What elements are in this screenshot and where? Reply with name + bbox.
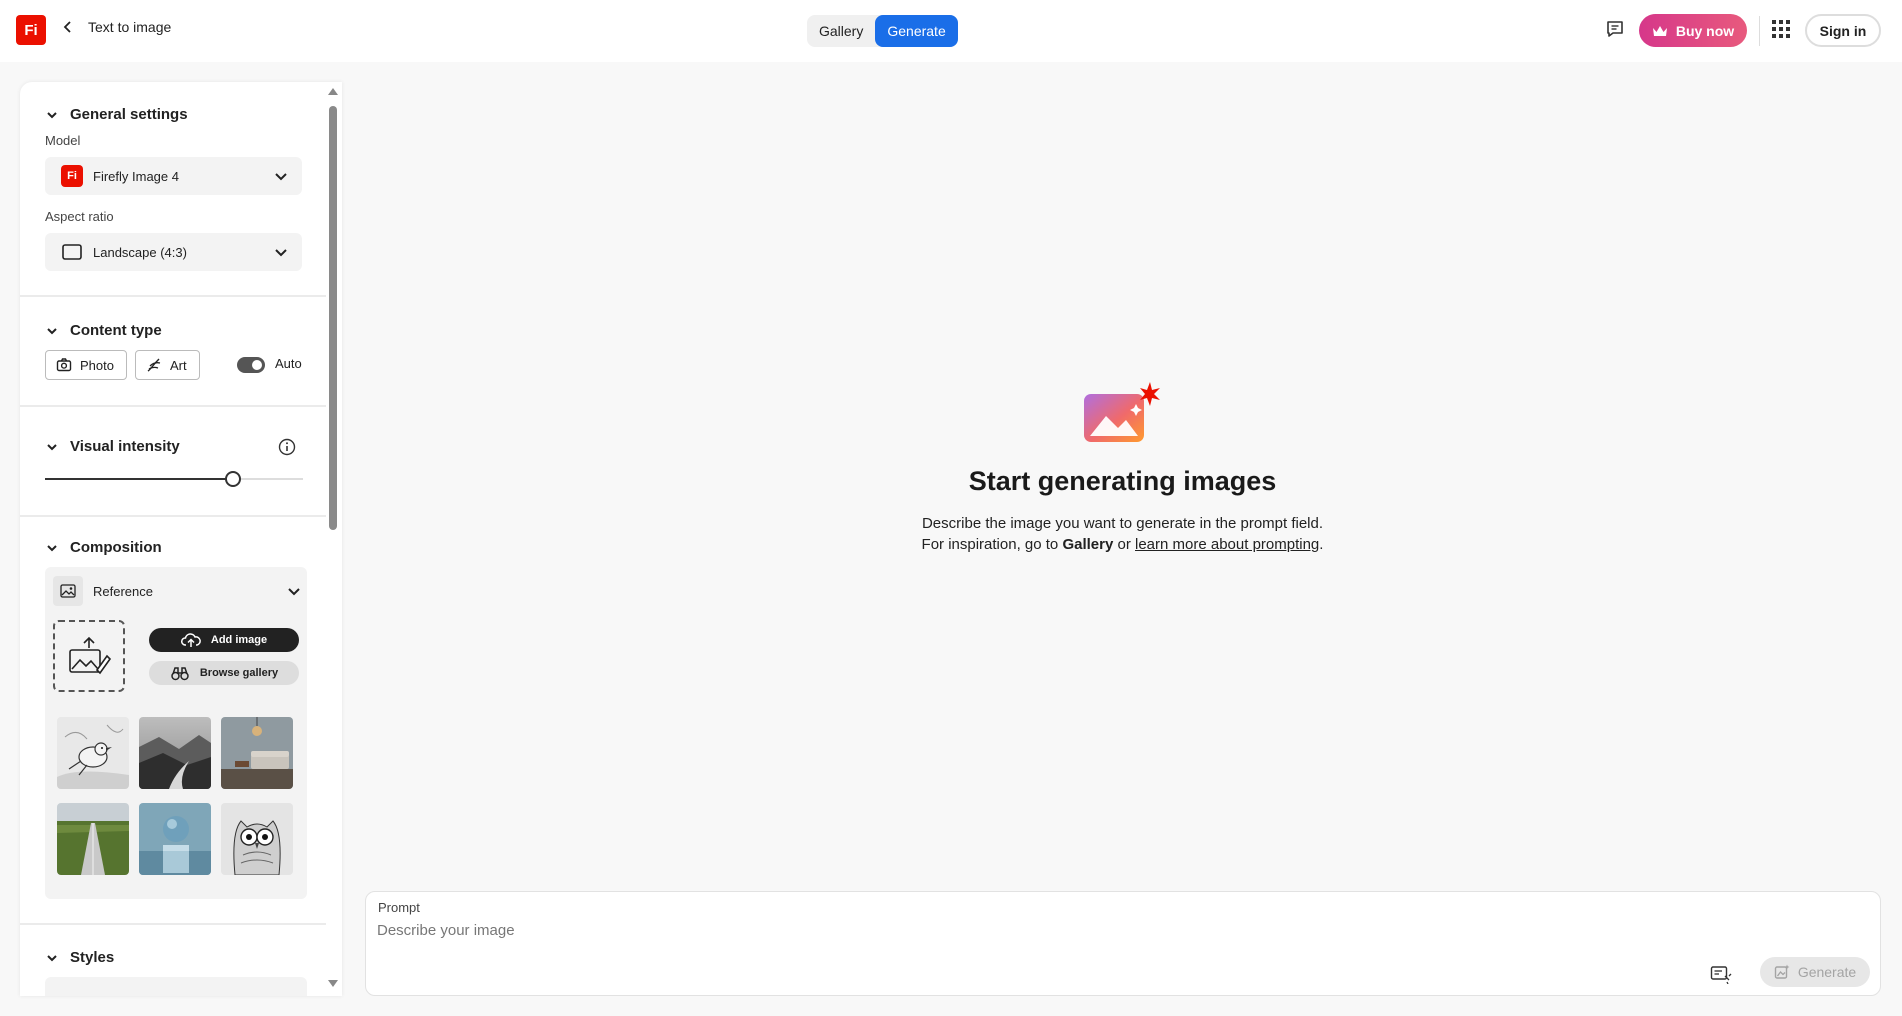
section-divider — [20, 295, 326, 297]
model-dropdown[interactable]: Fi Firefly Image 4 — [45, 157, 302, 195]
upload-image-icon — [69, 636, 111, 675]
prompt-panel: Prompt Generate — [365, 891, 1881, 996]
reference-thumbnail-living-room-interior[interactable] — [221, 717, 293, 789]
firefly-model-icon: Fi — [61, 165, 83, 187]
browse-gallery-button[interactable]: Browse gallery — [149, 661, 299, 685]
empty-state-description: Describe the image you want to generate … — [921, 515, 1324, 532]
brush-icon — [147, 358, 161, 372]
view-switcher: Gallery Generate — [807, 15, 958, 47]
firefly-logo[interactable]: Fi — [16, 15, 46, 45]
chevron-down-icon — [47, 111, 57, 118]
styles-dropdown-partial[interactable] — [45, 977, 307, 996]
add-image-label: Add image — [210, 634, 268, 646]
buy-now-button[interactable]: Buy now — [1639, 14, 1747, 47]
section-divider — [20, 923, 326, 925]
tab-generate[interactable]: Generate — [875, 15, 958, 47]
header-divider — [1759, 16, 1760, 46]
generate-button[interactable]: Generate — [1760, 957, 1870, 987]
reference-thumbnail-bird-sketch[interactable] — [57, 717, 129, 789]
back-button[interactable]: Text to image — [62, 19, 171, 35]
landscape-icon — [61, 241, 83, 263]
tab-gallery[interactable]: Gallery — [807, 15, 875, 47]
reference-thumbnail-blue-sphere[interactable] — [139, 803, 211, 875]
scroll-down-arrow[interactable] — [328, 980, 338, 987]
reference-upload-dropzone[interactable] — [53, 620, 125, 692]
generate-sparkle-icon — [1774, 964, 1790, 979]
generate-label: Generate — [1797, 964, 1857, 980]
chevron-down-icon — [47, 443, 57, 450]
learn-prompting-link[interactable]: learn more about prompting — [1135, 536, 1319, 553]
auto-toggle[interactable] — [237, 357, 265, 373]
cloud-upload-icon — [180, 633, 201, 647]
art-label: Art — [170, 357, 187, 373]
general-settings-header[interactable]: General settings — [46, 106, 188, 123]
photo-label: Photo — [80, 357, 114, 373]
content-type-header[interactable]: Content type — [46, 322, 162, 339]
model-value: Firefly Image 4 — [93, 168, 179, 184]
visual-intensity-header[interactable]: Visual intensity — [46, 438, 180, 455]
back-label: Text to image — [88, 19, 172, 35]
top-bar: Fi Text to image Gallery Generate Buy no… — [0, 0, 1902, 62]
prompt-label: Prompt — [378, 900, 420, 915]
chevron-down-icon — [275, 173, 287, 181]
prompt-suggestions-icon[interactable] — [1710, 964, 1732, 984]
auto-label: Auto — [275, 356, 302, 371]
section-divider — [20, 405, 326, 407]
feedback-icon[interactable] — [1604, 18, 1626, 40]
prompt-input[interactable] — [377, 918, 1677, 942]
generate-images-illustration-icon — [1084, 382, 1160, 442]
aspect-ratio-value: Landscape (4:3) — [93, 244, 187, 260]
styles-header[interactable]: Styles — [46, 949, 114, 966]
visual-intensity-title: Visual intensity — [70, 438, 180, 455]
chevron-down-icon — [47, 954, 57, 961]
reference-dropdown[interactable]: Reference — [53, 572, 301, 610]
empty-state-inspiration: For inspiration, go to Gallery or learn … — [921, 536, 1324, 553]
browse-gallery-label: Browse gallery — [199, 667, 279, 679]
apps-grid-icon[interactable] — [1771, 19, 1791, 39]
camera-icon — [56, 358, 72, 372]
binoculars-icon — [171, 667, 189, 681]
chevron-down-icon — [47, 327, 57, 334]
scroll-up-arrow[interactable] — [328, 88, 338, 95]
buy-now-label: Buy now — [1675, 22, 1735, 39]
info-icon[interactable] — [278, 438, 296, 456]
sign-in-button[interactable]: Sign in — [1805, 14, 1881, 47]
reference-image-icon — [53, 576, 83, 606]
art-button[interactable]: Art — [135, 350, 200, 380]
general-settings-title: General settings — [70, 106, 188, 123]
empty-state-title: Start generating images — [968, 466, 1277, 496]
add-image-button[interactable]: Add image — [149, 628, 299, 652]
gallery-inline-link[interactable]: Gallery — [1062, 536, 1113, 553]
chevron-down-icon — [275, 249, 287, 257]
photo-button[interactable]: Photo — [45, 350, 127, 380]
styles-title: Styles — [70, 949, 115, 966]
aspect-ratio-label: Aspect ratio — [45, 209, 114, 224]
content-type-title: Content type — [70, 322, 162, 339]
reference-thumbnail-green-field-road[interactable] — [57, 803, 129, 875]
reference-thumbnail-misty-river-valley[interactable] — [139, 717, 211, 789]
reference-label: Reference — [93, 583, 153, 599]
chevron-left-icon — [63, 21, 71, 33]
aspect-ratio-dropdown[interactable]: Landscape (4:3) — [45, 233, 302, 271]
chevron-down-icon — [288, 588, 300, 596]
crown-icon — [1652, 25, 1667, 36]
reference-thumbnail-owl-sketch[interactable] — [221, 803, 293, 875]
model-label: Model — [45, 133, 81, 148]
